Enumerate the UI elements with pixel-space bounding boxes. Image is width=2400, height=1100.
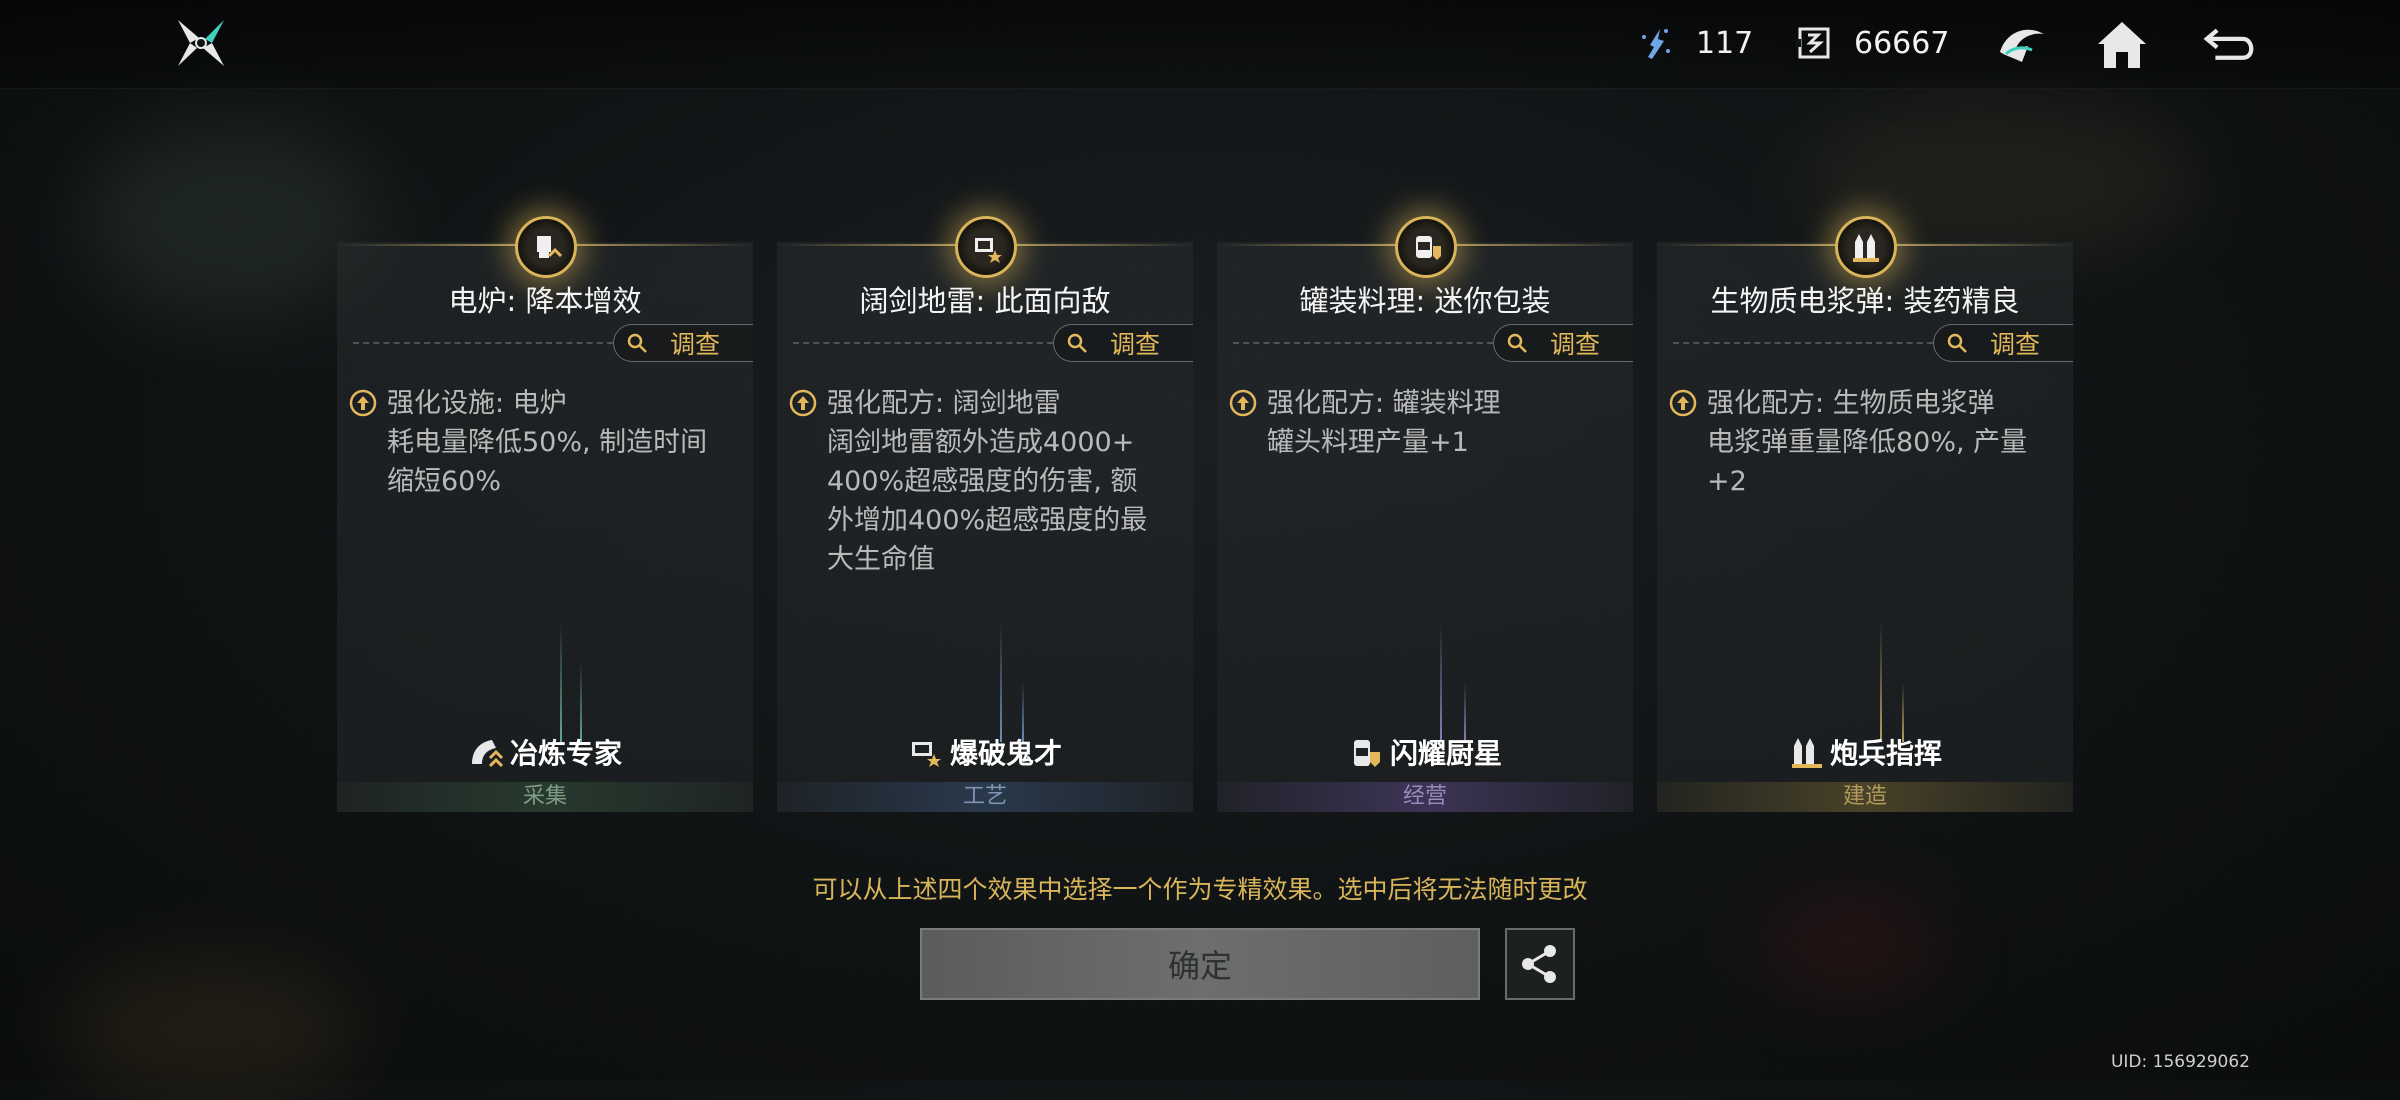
- desc-line: 耗电量降低50%, 制造时间: [387, 427, 708, 458]
- effect-card-1[interactable]: 电炉: 降本增效 调查 强化设施: 电炉 耗电量降低50%, 制造时间 缩短60…: [337, 216, 753, 812]
- investigate-label: 调查: [670, 330, 721, 359]
- currency-counter: 66667: [1796, 20, 1949, 66]
- card-title: 阔剑地雷: 此面向敌: [859, 284, 1111, 318]
- smelting-icon: [471, 740, 504, 768]
- category-label: 建造: [1842, 784, 1887, 809]
- background-blur: [60, 960, 360, 1100]
- upgrade-arrow-icon: [1229, 389, 1257, 417]
- coin-frame-icon: [1796, 27, 1830, 59]
- desc-line: 强化配方: 生物质电浆弹: [1707, 388, 1995, 419]
- category-bar: 工艺: [777, 782, 1193, 812]
- divider: [1233, 342, 1493, 344]
- mine-emblem-icon: [955, 216, 1017, 278]
- back-arrow-icon[interactable]: [2200, 14, 2260, 74]
- glow-line: [1440, 622, 1442, 742]
- desc-line: 缩短60%: [387, 466, 502, 497]
- specialty-tag: 炮兵指挥: [1657, 732, 2073, 772]
- share-icon: [1522, 945, 1556, 983]
- energy-value: 117: [1696, 25, 1754, 61]
- glow-line: [580, 662, 582, 742]
- card-title: 生物质电浆弹: 装药精良: [1710, 284, 2020, 318]
- specialty-tag: 冶炼专家: [337, 732, 753, 772]
- card-description: 强化设施: 电炉 耗电量降低50%, 制造时间 缩短60%: [349, 384, 745, 501]
- background-blur: [80, 120, 380, 320]
- card-description: 强化配方: 罐装料理 罐头料理产量+1: [1229, 384, 1625, 462]
- specialty-tag: 爆破鬼才: [777, 732, 1193, 772]
- category-bar: 经营: [1217, 782, 1633, 812]
- desc-line: 大生命值: [827, 544, 935, 575]
- card-title: 电炉: 降本增效: [448, 284, 642, 318]
- desc-line: 罐头料理产量+1: [1267, 427, 1469, 458]
- search-icon: [1947, 333, 1967, 353]
- desc-line: 强化配方: 罐装料理: [1267, 388, 1501, 419]
- investigate-button[interactable]: 调查: [1933, 324, 2073, 362]
- canned-food-emblem-icon: [1395, 216, 1457, 278]
- energy-crystal-icon: [1642, 29, 1670, 59]
- user-id: UID: 156929062: [2110, 1052, 2250, 1072]
- effect-card-2[interactable]: 阔剑地雷: 此面向敌 调查 强化配方: 阔剑地雷 阔剑地雷额外造成4000+ 4…: [777, 216, 1193, 812]
- top-bar: 117 66667: [0, 0, 2400, 89]
- desc-line: 外增加400%超感强度的最: [827, 505, 1148, 536]
- investigate-button[interactable]: 调查: [1053, 324, 1193, 362]
- investigate-label: 调查: [1110, 330, 1161, 359]
- faction-emblem-icon[interactable]: [1992, 14, 2052, 74]
- energy-counter: 117: [1640, 20, 1753, 66]
- confirm-button[interactable]: 确定: [920, 928, 1480, 1000]
- background-blur: [1760, 900, 1940, 990]
- share-button[interactable]: [1505, 928, 1575, 1000]
- investigate-button[interactable]: 调查: [613, 324, 753, 362]
- desc-line: 电浆弹重量降低80%, 产量: [1707, 427, 2028, 458]
- card-description: 强化配方: 阔剑地雷 阔剑地雷额外造成4000+ 400%超感强度的伤害, 额 …: [789, 384, 1185, 579]
- card-description: 强化配方: 生物质电浆弹 电浆弹重量降低80%, 产量 +2: [1669, 384, 2065, 501]
- specialty-name: 冶炼专家: [509, 737, 622, 770]
- card-title: 罐装料理: 迷你包装: [1299, 284, 1551, 318]
- currency-value: 66667: [1854, 25, 1950, 61]
- specialty-name: 爆破鬼才: [949, 737, 1062, 770]
- desc-line: +2: [1707, 466, 1747, 497]
- desc-line: 400%超感强度的伤害, 额: [827, 466, 1138, 497]
- category-bar: 建造: [1657, 782, 2073, 812]
- category-bar: 采集: [337, 782, 753, 812]
- home-icon[interactable]: [2092, 14, 2152, 74]
- selection-hint: 可以从上述四个效果中选择一个作为专精效果。选中后将无法随时更改: [812, 875, 1588, 904]
- effect-card-3[interactable]: 罐装料理: 迷你包装 调查 强化配方: 罐装料理 罐头料理产量+1 闪耀厨星 经…: [1217, 216, 1633, 812]
- glow-line: [1880, 622, 1882, 742]
- desc-line: 强化设施: 电炉: [387, 388, 567, 419]
- desc-line: 阔剑地雷额外造成4000+: [827, 427, 1135, 458]
- search-icon: [1507, 333, 1527, 353]
- effect-card-4[interactable]: 生物质电浆弹: 装药精良 调查 强化配方: 生物质电浆弹 电浆弹重量降低80%,…: [1657, 216, 2073, 812]
- demolition-icon: [911, 742, 941, 767]
- furnace-emblem-icon: [515, 216, 577, 278]
- search-icon: [1067, 333, 1087, 353]
- specialty-tag: 闪耀厨星: [1217, 732, 1633, 772]
- category-label: 经营: [1402, 784, 1447, 809]
- divider: [1673, 342, 1933, 344]
- category-label: 采集: [522, 784, 567, 809]
- specialty-name: 炮兵指挥: [1829, 737, 1942, 770]
- glow-line: [1000, 622, 1002, 742]
- specialty-name: 闪耀厨星: [1389, 737, 1502, 770]
- investigate-button[interactable]: 调查: [1493, 324, 1633, 362]
- investigate-label: 调查: [1550, 330, 1601, 359]
- category-label: 工艺: [962, 784, 1007, 809]
- glow-line: [560, 622, 562, 742]
- upgrade-arrow-icon: [1669, 389, 1697, 417]
- upgrade-arrow-icon: [349, 389, 377, 417]
- search-icon: [627, 333, 647, 353]
- artillery-icon: [1791, 738, 1822, 768]
- desc-line: 强化配方: 阔剑地雷: [827, 388, 1061, 419]
- divider: [353, 342, 613, 344]
- upgrade-arrow-icon: [789, 389, 817, 417]
- game-logo-icon: [178, 20, 224, 66]
- chef-icon: [1353, 740, 1380, 767]
- investigate-label: 调查: [1990, 330, 2041, 359]
- ammo-emblem-icon: [1835, 216, 1897, 278]
- divider: [793, 342, 1053, 344]
